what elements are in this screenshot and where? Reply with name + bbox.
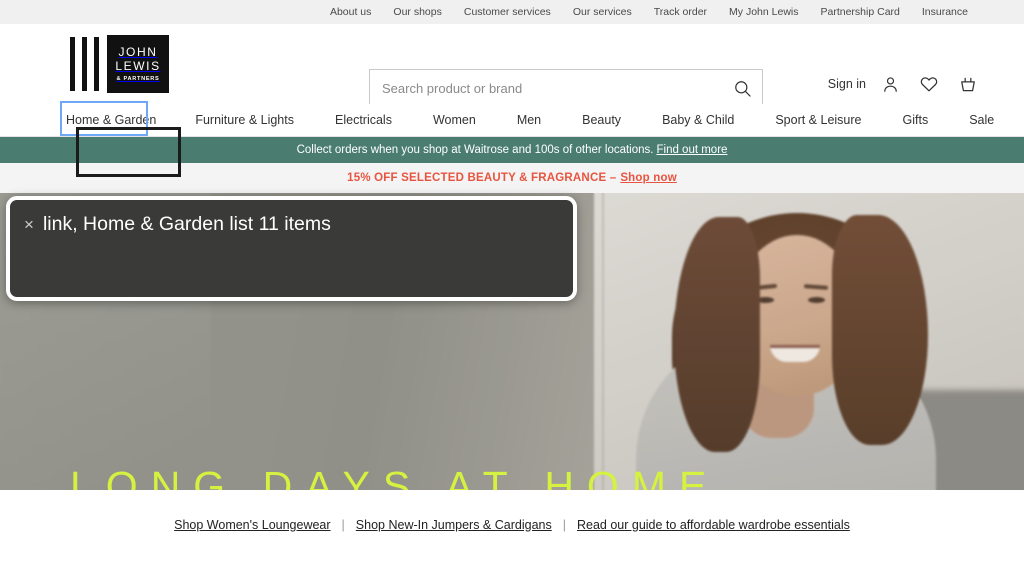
logo-bar-1 (70, 37, 75, 91)
search-button[interactable] (722, 70, 762, 106)
sub-link-separator-2: | (562, 517, 566, 532)
person-icon (884, 76, 897, 92)
search-input[interactable] (370, 80, 722, 96)
nav-item-beauty[interactable]: Beauty (582, 113, 621, 127)
search-bar[interactable] (369, 69, 763, 107)
heart-icon (920, 77, 938, 92)
close-icon[interactable]: × (24, 216, 34, 233)
page-root: About us Our shops Customer services Our… (0, 0, 1024, 566)
nav-item-home-and-garden[interactable]: Home & Garden (66, 113, 156, 127)
utility-link-about-us[interactable]: About us (330, 6, 371, 18)
nav-item-women[interactable]: Women (433, 113, 476, 127)
utility-link-insurance[interactable]: Insurance (922, 6, 968, 18)
find-out-more-link[interactable]: Find out more (656, 144, 727, 156)
nav-item-gifts[interactable]: Gifts (903, 113, 929, 127)
hero-sub-links: Shop Women's Loungewear | Shop New-In Ju… (0, 490, 1024, 559)
utility-link-our-shops[interactable]: Our shops (393, 6, 441, 18)
utility-nav: About us Our shops Customer services Our… (0, 0, 1024, 24)
basket-icon (961, 77, 975, 92)
utility-link-customer-services[interactable]: Customer services (464, 6, 551, 18)
promo-text: 15% OFF SELECTED BEAUTY & FRAGRANCE – (347, 172, 617, 184)
hero-headline: LONG DAYS AT HOME NEED PERFECT COMFORT (70, 455, 719, 490)
promo-banner: 15% OFF SELECTED BEAUTY & FRAGRANCE – Sh… (0, 163, 1024, 193)
utility-link-my-john-lewis[interactable]: My John Lewis (729, 6, 798, 18)
nav-item-men[interactable]: Men (517, 113, 541, 127)
collect-orders-text: Collect orders when you shop at Waitrose… (296, 144, 654, 156)
voiceover-caption-text: link, Home & Garden list 11 items (42, 213, 331, 235)
sign-in-link[interactable]: Sign in (828, 77, 866, 91)
nav-item-sport-and-leisure[interactable]: Sport & Leisure (775, 113, 861, 127)
collect-orders-banner: Collect orders when you shop at Waitrose… (0, 137, 1024, 163)
nav-item-baby-and-child[interactable]: Baby & Child (662, 113, 734, 127)
logo-bars-icon (70, 35, 99, 93)
nav-item-electricals[interactable]: Electricals (335, 113, 392, 127)
sub-link-womens-loungewear[interactable]: Shop Women's Loungewear (174, 518, 330, 532)
sub-link-new-in-jumpers[interactable]: Shop New-In Jumpers & Cardigans (356, 518, 552, 532)
basket-icon-button[interactable] (958, 74, 978, 94)
nav-item-furniture-and-lights[interactable]: Furniture & Lights (195, 113, 294, 127)
logo-line-3: & PARTNERS (116, 76, 160, 83)
logo-line-2: LEWIS (115, 59, 161, 74)
account-icon-button[interactable] (881, 75, 900, 94)
promo-shop-now-link[interactable]: Shop now (620, 172, 677, 184)
site-header: JOHN LEWIS & PARTNERS Sign in (0, 24, 1024, 107)
voiceover-caption-panel[interactable]: × link, Home & Garden list 11 items (6, 196, 577, 301)
logo-bar-2 (82, 37, 87, 91)
wishlist-icon-button[interactable] (919, 74, 939, 94)
account-actions: Sign in (828, 74, 978, 94)
logo-line-1: JOHN (118, 45, 158, 60)
logo-bar-3 (94, 37, 99, 91)
site-logo[interactable]: JOHN LEWIS & PARTNERS (70, 35, 169, 93)
sub-link-wardrobe-essentials-guide[interactable]: Read our guide to affordable wardrobe es… (577, 518, 850, 532)
utility-link-track-order[interactable]: Track order (654, 6, 707, 18)
nav-item-sale[interactable]: Sale (969, 113, 994, 127)
utility-link-our-services[interactable]: Our services (573, 6, 632, 18)
logo-wordmark: JOHN LEWIS & PARTNERS (107, 35, 169, 93)
sub-link-separator-1: | (341, 517, 345, 532)
utility-link-partnership-card[interactable]: Partnership Card (821, 6, 900, 18)
search-icon (734, 80, 751, 97)
hero-headline-line-1: LONG DAYS AT HOME (70, 463, 720, 490)
main-nav: Home & Garden Furniture & Lights Electri… (0, 104, 1024, 137)
